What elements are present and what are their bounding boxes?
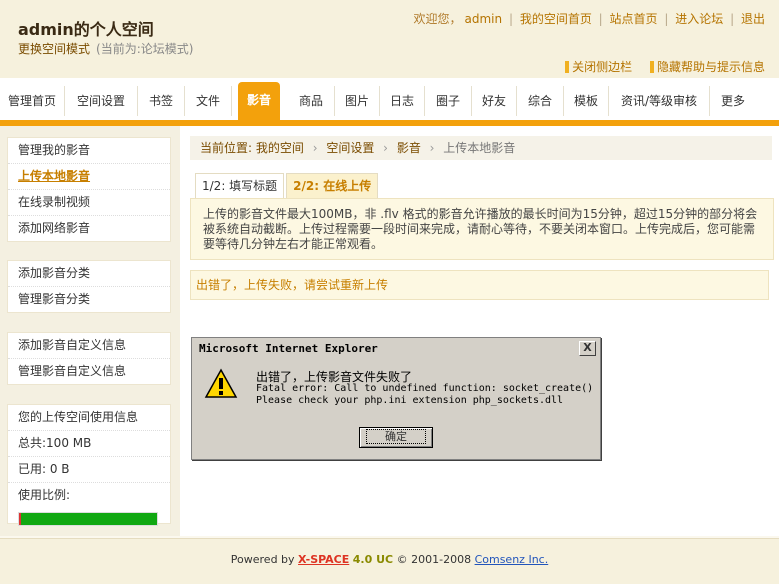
usage-progress-fill	[19, 513, 21, 525]
sidebar-item-add-custom[interactable]: 添加影音自定义信息	[8, 333, 170, 359]
nav-friends[interactable]: 好友	[472, 86, 517, 116]
sidebar-item-manage-category[interactable]: 管理影音分类	[8, 287, 170, 312]
dialog-detail-line: Please check your php.ini extension php_…	[256, 395, 564, 406]
upload-error: 出错了，上传失败，请尝试重新上传	[190, 270, 769, 300]
usage-title: 您的上传空间使用信息	[8, 405, 170, 431]
copyright: © 2001-2008	[396, 553, 472, 566]
nav-media[interactable]: 影音	[238, 82, 280, 120]
breadcrumb: 当前位置: 我的空间 › 空间设置 › 影音 › 上传本地影音	[190, 136, 772, 160]
left-sidebar: 管理我的影音 上传本地影音 在线录制视频 添加网络影音 添加影音分类 管理影音分…	[0, 126, 180, 536]
breadcrumb-current: 上传本地影音	[443, 141, 516, 155]
nav-photos[interactable]: 图片	[335, 86, 380, 116]
usage-progress-bar	[18, 512, 158, 526]
dialog-titlebar[interactable]: Microsoft Internet Explorer X	[194, 340, 598, 357]
powered-by: Powered by	[230, 553, 295, 566]
breadcrumb-space-settings[interactable]: 空间设置	[326, 141, 374, 155]
main-nav: 管理首页 空间设置 书签 文件 影音 商品 图片 日志 圈子 好友 综合 模板 …	[0, 78, 779, 126]
dialog-detail-line: Fatal error: Call to undefined function:…	[256, 383, 594, 394]
hide-help-button[interactable]: 隐藏帮助与提示信息	[649, 60, 765, 74]
dialog-detail: Fatal error: Call to undefined function:…	[256, 383, 593, 407]
usage-ratio-label: 使用比例:	[18, 488, 71, 502]
close-sidebar-button[interactable]: 关闭侧边栏	[565, 60, 632, 74]
enter-forum-link[interactable]: 进入论坛	[675, 12, 723, 26]
top-links: 欢迎您， admin | 我的空间首页 | 站点首页 | 进入论坛 | 退出	[413, 12, 766, 26]
nav-bookmarks[interactable]: 书签	[138, 86, 185, 116]
bar-icon	[565, 61, 570, 73]
sidebar-item-upload-local[interactable]: 上传本地影音	[8, 164, 170, 190]
close-button[interactable]: X	[579, 341, 596, 356]
page-footer: Powered by X-SPACE 4.0 UC © 2001-2008 Co…	[0, 538, 779, 584]
site-home-link[interactable]: 站点首页	[610, 12, 658, 26]
username-link[interactable]: admin	[465, 12, 503, 26]
tab-step-title[interactable]: 1/2: 填写标题	[195, 173, 285, 199]
breadcrumb-my-space[interactable]: 当前位置: 我的空间	[200, 141, 304, 155]
page-header: admin的个人空间 更换空间模式 (当前为:论坛模式) 欢迎您， admin | …	[0, 0, 779, 78]
bar-icon	[649, 61, 654, 73]
upload-info: 上传的影音文件最大100MB，非 .flv 格式的影音允许播放的最长时间为15分…	[190, 198, 774, 260]
step-tabs: 1/2: 填写标题 2/2: 在线上传	[195, 173, 380, 199]
sidebar-item-manage-media[interactable]: 管理我的影音	[8, 138, 170, 164]
usage-info: 您的上传空间使用信息 总共:100 MB 已用: 0 B 使用比例:	[7, 404, 171, 526]
nav-goods[interactable]: 商品	[288, 86, 335, 116]
switch-mode-link[interactable]: 更换空间模式	[18, 42, 90, 56]
dialog-title: Microsoft Internet Explorer	[199, 342, 378, 355]
product-link[interactable]: X-SPACE	[298, 553, 349, 566]
ok-button[interactable]: 确定	[359, 427, 433, 448]
nav-manage-home[interactable]: 管理首页	[0, 86, 65, 116]
my-space-home-link[interactable]: 我的空间首页	[520, 12, 592, 26]
error-dialog: Microsoft Internet Explorer X 出错了，上传影音文件…	[191, 337, 601, 460]
company-link[interactable]: Comsenz Inc.	[475, 553, 549, 566]
warning-icon	[204, 368, 238, 398]
sidebar-item-add-network[interactable]: 添加网络影音	[8, 216, 170, 241]
nav-groups[interactable]: 圈子	[425, 86, 472, 116]
product-version: 4.0 UC	[352, 553, 394, 566]
tab-step-upload[interactable]: 2/2: 在线上传	[286, 173, 379, 199]
welcome-text: 欢迎您，	[413, 12, 462, 26]
space-title: admin的个人空间	[18, 20, 154, 39]
sidebar-item-add-category[interactable]: 添加影音分类	[8, 261, 170, 287]
nav-general[interactable]: 综合	[517, 86, 564, 116]
current-mode: (当前为:论坛模式)	[96, 42, 194, 56]
header-tools: 关闭侧边栏 隐藏帮助与提示信息	[551, 58, 765, 75]
nav-space-settings[interactable]: 空间设置	[65, 86, 138, 116]
breadcrumb-media[interactable]: 影音	[397, 141, 421, 155]
sidebar-item-manage-custom[interactable]: 管理影音自定义信息	[8, 359, 170, 384]
usage-used: 已用: 0 B	[8, 457, 170, 483]
usage-total: 总共:100 MB	[8, 431, 170, 457]
main-content: 当前位置: 我的空间 › 空间设置 › 影音 › 上传本地影音 1/2: 填写标…	[180, 126, 779, 536]
custom-info-menu: 添加影音自定义信息 管理影音自定义信息	[7, 332, 171, 385]
mode-line: 更换空间模式 (当前为:论坛模式)	[18, 40, 193, 57]
nav-blog[interactable]: 日志	[380, 86, 425, 116]
sidebar-item-record-video[interactable]: 在线录制视频	[8, 190, 170, 216]
nav-news-review[interactable]: 资讯/等级审核	[609, 86, 710, 116]
nav-files[interactable]: 文件	[185, 86, 232, 116]
media-menu: 管理我的影音 上传本地影音 在线录制视频 添加网络影音	[7, 137, 171, 242]
logout-link[interactable]: 退出	[741, 12, 765, 26]
nav-more[interactable]: 更多	[710, 86, 756, 116]
nav-templates[interactable]: 模板	[564, 86, 609, 116]
category-menu: 添加影音分类 管理影音分类	[7, 260, 171, 313]
